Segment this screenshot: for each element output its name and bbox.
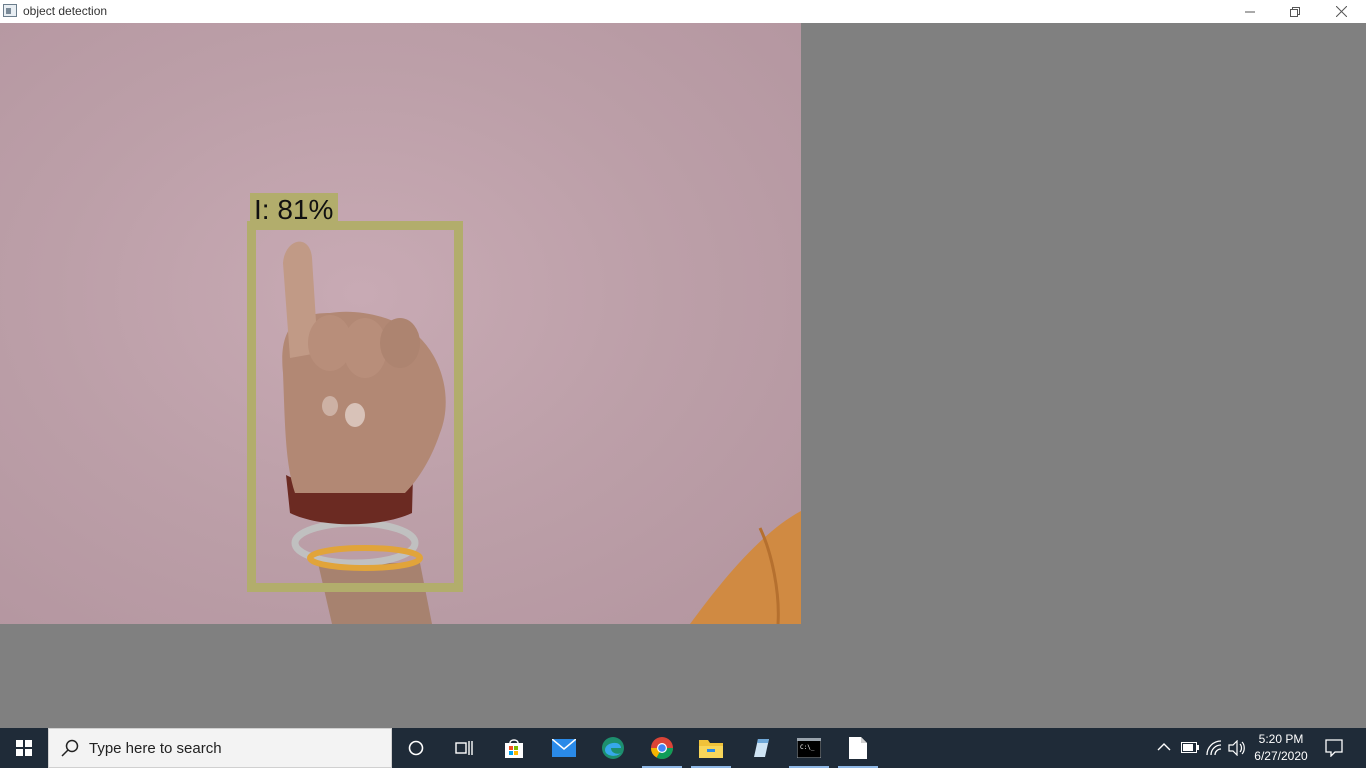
clock[interactable]: 5:20 PM 6/27/2020: [1250, 731, 1312, 765]
edge-icon: [602, 737, 624, 759]
camera-feed: I: 81%: [0, 23, 801, 624]
cortana-button[interactable]: [392, 728, 440, 768]
mail-icon: [552, 739, 576, 757]
task-view-icon: [455, 741, 473, 755]
minimize-icon: [1245, 11, 1255, 12]
command-prompt-button[interactable]: C:\_: [785, 728, 833, 768]
close-button[interactable]: [1318, 0, 1364, 23]
store-button[interactable]: [490, 728, 538, 768]
minimize-button[interactable]: [1227, 0, 1273, 23]
folder-icon: [699, 740, 723, 758]
volume-icon[interactable]: [1228, 740, 1246, 756]
document-icon: [849, 737, 867, 759]
search-box[interactable]: Type here to search: [48, 728, 392, 768]
circle-icon: [408, 740, 424, 756]
chrome-icon: [651, 737, 673, 759]
restore-icon: [1290, 6, 1300, 17]
store-icon: [505, 739, 523, 758]
search-icon: [61, 739, 79, 757]
detection-label: I: 81%: [254, 194, 334, 225]
detection-bounding-box: [247, 221, 463, 592]
terminal-icon: C:\_: [797, 738, 821, 758]
chrome-button[interactable]: [638, 728, 686, 768]
clock-time: 5:20 PM: [1258, 732, 1304, 746]
app-icon: [754, 739, 769, 757]
mail-button[interactable]: [540, 728, 588, 768]
taskbar: Type here to search C:\_ 5:20 PM 6/27/20…: [0, 728, 1366, 768]
close-icon: [1335, 6, 1347, 17]
edge-button[interactable]: [589, 728, 637, 768]
window-title: object detection: [23, 4, 108, 18]
svg-text:C:\_: C:\_: [800, 744, 815, 751]
notification-icon[interactable]: [1325, 739, 1343, 757]
windows-logo-icon: [16, 740, 32, 756]
battery-icon[interactable]: [1181, 742, 1199, 753]
title-bar: object detection: [0, 0, 1366, 23]
file-explorer-button[interactable]: [687, 728, 735, 768]
start-button[interactable]: [0, 728, 48, 768]
app-window-icon: [3, 4, 17, 17]
clock-date: 6/27/2020: [1254, 749, 1308, 763]
notepad-button[interactable]: [834, 728, 882, 768]
task-view-button[interactable]: [440, 728, 488, 768]
restore-button[interactable]: [1272, 0, 1318, 23]
app-button[interactable]: [736, 728, 784, 768]
wifi-icon[interactable]: [1206, 740, 1222, 756]
search-placeholder: Type here to search: [89, 740, 222, 757]
chevron-up-icon[interactable]: [1157, 742, 1171, 752]
